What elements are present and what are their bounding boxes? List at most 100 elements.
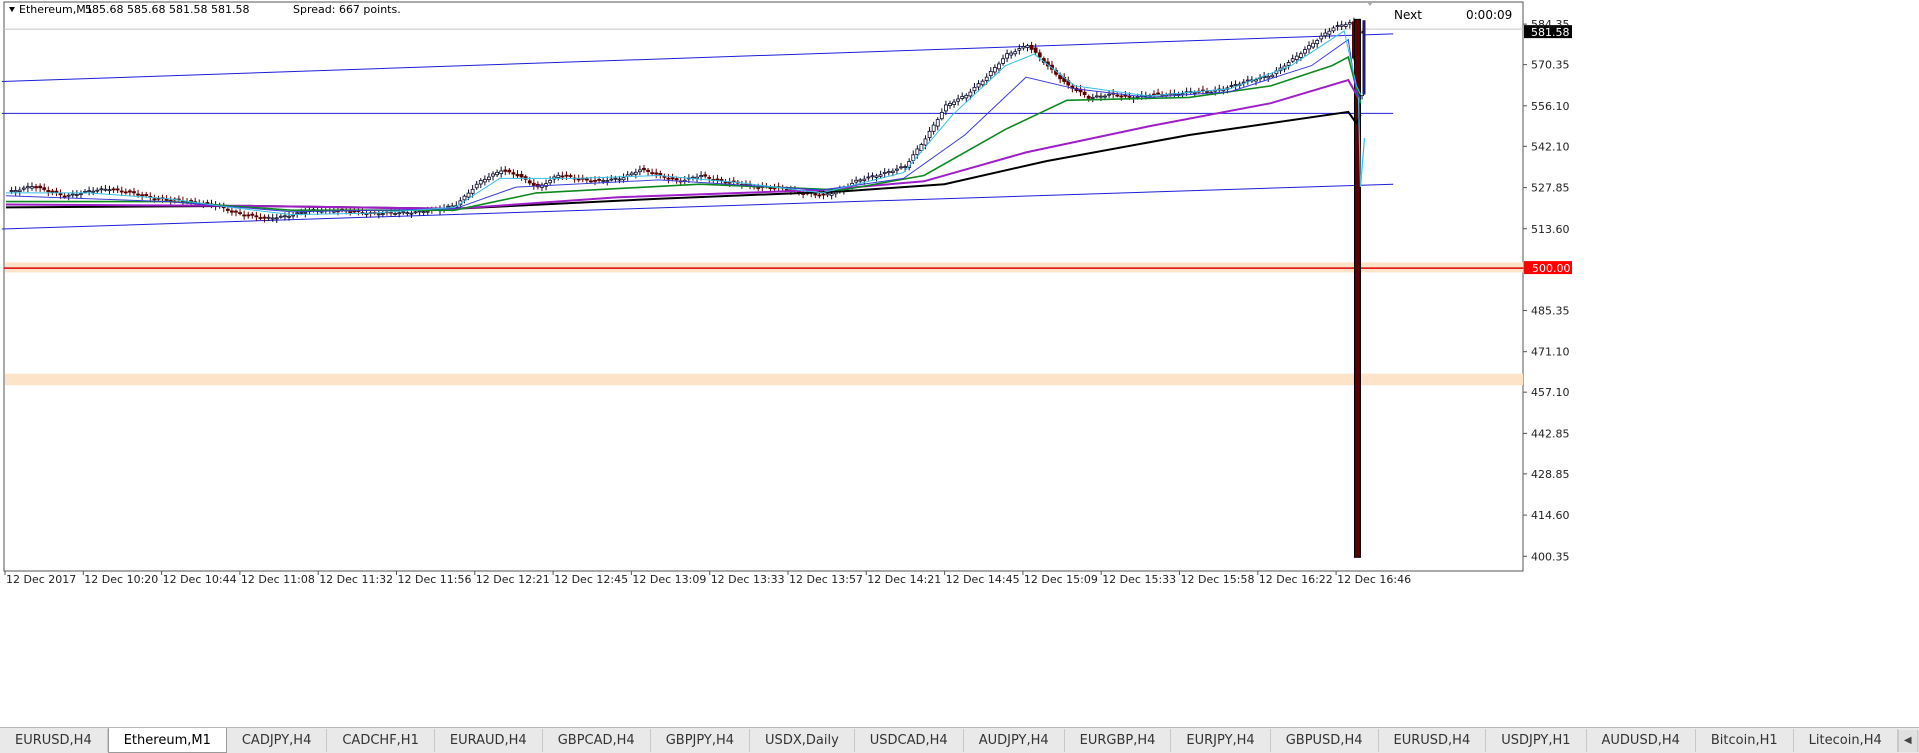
y-tick-label: 542.10 bbox=[1531, 140, 1570, 153]
price-chart[interactable]: 570.35 556.10 542.10 527.85 513.60 485.35 471.… bbox=[0, 0, 1919, 727]
tab-usdcad-h4[interactable]: USDCAD,H4 bbox=[855, 729, 964, 752]
candle-bull bbox=[1099, 95, 1103, 98]
tab-audjpy-h4[interactable]: AUDJPY,H4 bbox=[964, 729, 1065, 752]
y-tick-label: 400.35 bbox=[1531, 550, 1570, 563]
candle-bear bbox=[229, 210, 234, 213]
candle-bull bbox=[939, 111, 944, 120]
candle-bull bbox=[948, 103, 952, 106]
candle-bull bbox=[899, 166, 903, 169]
scroll-left-icon[interactable]: ◀ bbox=[1897, 729, 1917, 752]
candle-bull bbox=[1009, 52, 1014, 56]
candle-bull bbox=[413, 211, 418, 214]
tab-ethereum-m1[interactable]: Ethereum,M1 bbox=[107, 728, 227, 753]
y-tick-label: 485.35 bbox=[1531, 304, 1570, 317]
candle-bull bbox=[1270, 74, 1275, 78]
candle-bear bbox=[348, 211, 353, 213]
candle-bull bbox=[1025, 45, 1030, 48]
candle-bull bbox=[1233, 84, 1238, 86]
candle-bear bbox=[674, 178, 679, 181]
candle-bear bbox=[650, 172, 655, 175]
chart-area[interactable]: 570.35 556.10 542.10 527.85 513.60 485.35 471.… bbox=[0, 0, 1919, 727]
y-tick-label: 513.60 bbox=[1531, 223, 1570, 236]
candle-bear bbox=[813, 193, 818, 196]
candle-bull bbox=[401, 211, 406, 214]
candle-bear bbox=[1037, 52, 1042, 58]
tab-gbpcad-h4[interactable]: GBPCAD,H4 bbox=[543, 729, 651, 752]
y-tick-label: 428.85 bbox=[1531, 468, 1570, 481]
tab-gbpusd-h4[interactable]: GBPUSD,H4 bbox=[1271, 729, 1379, 752]
tab-eurgbp-h4[interactable]: EURGBP,H4 bbox=[1065, 729, 1172, 752]
candle-bull bbox=[87, 190, 91, 193]
candle-bear bbox=[568, 175, 573, 177]
candle-bear bbox=[584, 178, 589, 181]
candle-bear bbox=[250, 213, 255, 216]
candle-bull bbox=[13, 190, 18, 193]
candle-bull bbox=[548, 179, 553, 184]
tab-usdx-daily[interactable]: USDX,Daily bbox=[750, 729, 855, 752]
candle-bear bbox=[715, 178, 720, 181]
candle-bull bbox=[409, 212, 414, 215]
candle-bull bbox=[283, 215, 287, 218]
candle-bull bbox=[964, 94, 969, 99]
candle-bear bbox=[132, 191, 136, 194]
tab-eurusd-h4[interactable]: EURUSD,H4 bbox=[1379, 729, 1487, 752]
candle-bear bbox=[527, 180, 532, 184]
candle-bull bbox=[364, 213, 369, 216]
candle-bear bbox=[703, 174, 708, 177]
candle-bear bbox=[531, 182, 536, 186]
candle-bear bbox=[123, 191, 128, 194]
candle-bull bbox=[960, 95, 965, 99]
candle-bull bbox=[425, 210, 430, 213]
candle-bear bbox=[666, 177, 671, 180]
x-tick-label: 12 Dec 16:46 bbox=[1337, 573, 1411, 586]
tab-gbpjpy-h4[interactable]: GBPJPY,H4 bbox=[651, 729, 751, 752]
candle-bull bbox=[927, 130, 932, 139]
candle-bull bbox=[270, 217, 275, 220]
candle-bull bbox=[613, 177, 618, 180]
candle-bull bbox=[1319, 35, 1324, 40]
tab-cadjpy-h4[interactable]: CADJPY,H4 bbox=[227, 729, 328, 752]
candle-bear bbox=[1119, 95, 1124, 98]
candle-bear bbox=[515, 174, 520, 177]
tab-litecoin-h4[interactable]: Litecoin,H4 bbox=[1794, 729, 1898, 752]
x-tick-label: 12 Dec 11:08 bbox=[241, 573, 315, 586]
candle-bear bbox=[589, 180, 593, 183]
x-tick-label: 12 Dec 15:58 bbox=[1181, 573, 1255, 586]
candle-bull bbox=[874, 175, 879, 178]
candle-bull bbox=[299, 212, 304, 214]
candle-bear bbox=[1033, 47, 1038, 53]
candle-bull bbox=[417, 210, 422, 213]
candle-bear bbox=[511, 172, 516, 175]
candle-bull bbox=[1286, 62, 1291, 66]
tab-euraud-h4[interactable]: EURAUD,H4 bbox=[435, 729, 543, 752]
tab-audusd-h4[interactable]: AUDUSD,H4 bbox=[1587, 729, 1696, 752]
candle-bull bbox=[1339, 24, 1344, 27]
candle-bull bbox=[988, 70, 993, 77]
candle-bear bbox=[234, 210, 238, 213]
candle-bear bbox=[119, 190, 124, 193]
candle-bear bbox=[254, 215, 259, 218]
y-tick-label: 414.60 bbox=[1531, 509, 1570, 522]
x-tick-label: 12 Dec 15:09 bbox=[1024, 573, 1098, 586]
tab-usdjpy-h1[interactable]: USDJPY,H1 bbox=[1486, 729, 1587, 752]
tab-eurjpy-h4[interactable]: EURJPY,H4 bbox=[1171, 729, 1271, 752]
candle-bull bbox=[66, 194, 71, 197]
candle-bull bbox=[638, 169, 642, 173]
candle-bull bbox=[968, 91, 973, 97]
candle-bull bbox=[487, 176, 491, 180]
candle-bull bbox=[1245, 79, 1250, 82]
tab-eurusd-h4[interactable]: EURUSD,H4 bbox=[0, 729, 108, 752]
candle-bull bbox=[17, 189, 22, 192]
candle-bear bbox=[654, 172, 659, 175]
candle-bull bbox=[1229, 85, 1234, 87]
candle-bull bbox=[870, 175, 875, 178]
candle-bull bbox=[393, 213, 398, 215]
time-axis: 12 Dec 2017 12 Dec 10:20 12 Dec 10:44 12 De… bbox=[4, 570, 1523, 586]
candle-bull bbox=[997, 63, 1001, 70]
tab-bitcoin-h1[interactable]: Bitcoin,H1 bbox=[1696, 729, 1794, 752]
candle-bull bbox=[1021, 46, 1026, 49]
tab-cadchf-h1[interactable]: CADCHF,H1 bbox=[327, 729, 435, 752]
candle-bull bbox=[699, 175, 703, 178]
candle-bear bbox=[821, 193, 826, 196]
candle-bull bbox=[474, 183, 479, 189]
